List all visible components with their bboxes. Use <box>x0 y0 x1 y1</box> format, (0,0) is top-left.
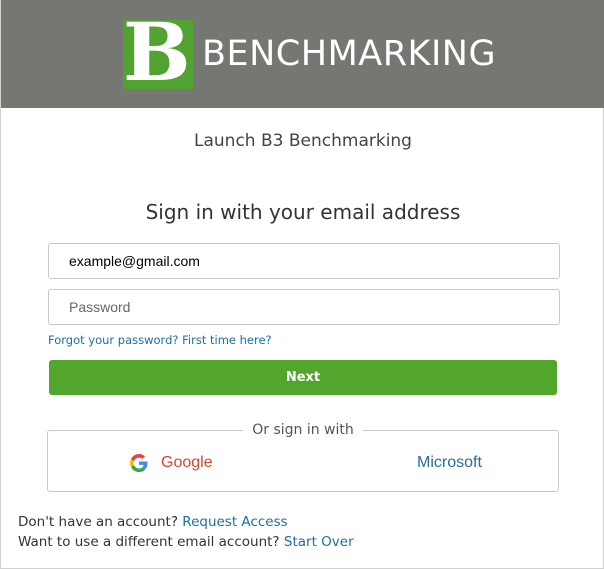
no-account-text: Don't have an account? <box>18 514 178 530</box>
email-field[interactable] <box>48 243 560 279</box>
microsoft-signin-button[interactable]: Microsoft <box>385 450 482 476</box>
password-field[interactable] <box>48 289 560 325</box>
b3-logo-mark: B3 <box>123 20 193 89</box>
logo-wordmark: BENCHMARKING <box>202 34 497 74</box>
different-account-text: Want to use a different email account? <box>18 534 280 550</box>
request-access-line: Don't have an account? Request Access <box>18 514 288 530</box>
social-divider-label: Or sign in with <box>243 422 363 438</box>
logo-mark-text: B3 <box>123 20 193 89</box>
google-label: Google <box>161 454 213 471</box>
start-over-link[interactable]: Start Over <box>284 534 354 550</box>
request-access-link[interactable]: Request Access <box>182 514 287 530</box>
next-button[interactable]: Next <box>49 360 557 395</box>
google-icon <box>130 454 148 472</box>
microsoft-label: Microsoft <box>417 454 482 471</box>
google-signin-button[interactable]: Google <box>130 450 213 476</box>
forgot-password-link[interactable]: Forgot your password? First time here? <box>48 333 272 347</box>
microsoft-icon <box>385 454 403 472</box>
page-header: B3 BENCHMARKING <box>1 0 604 108</box>
page-title: Launch B3 Benchmarking <box>194 131 412 151</box>
signin-heading: Sign in with your email address <box>145 200 461 224</box>
social-divider: Or sign in with <box>1 421 604 439</box>
start-over-line: Want to use a different email account? S… <box>18 534 354 550</box>
login-page: B3 BENCHMARKING Launch B3 Benchmarking S… <box>0 0 604 569</box>
social-signin-box <box>47 430 559 492</box>
